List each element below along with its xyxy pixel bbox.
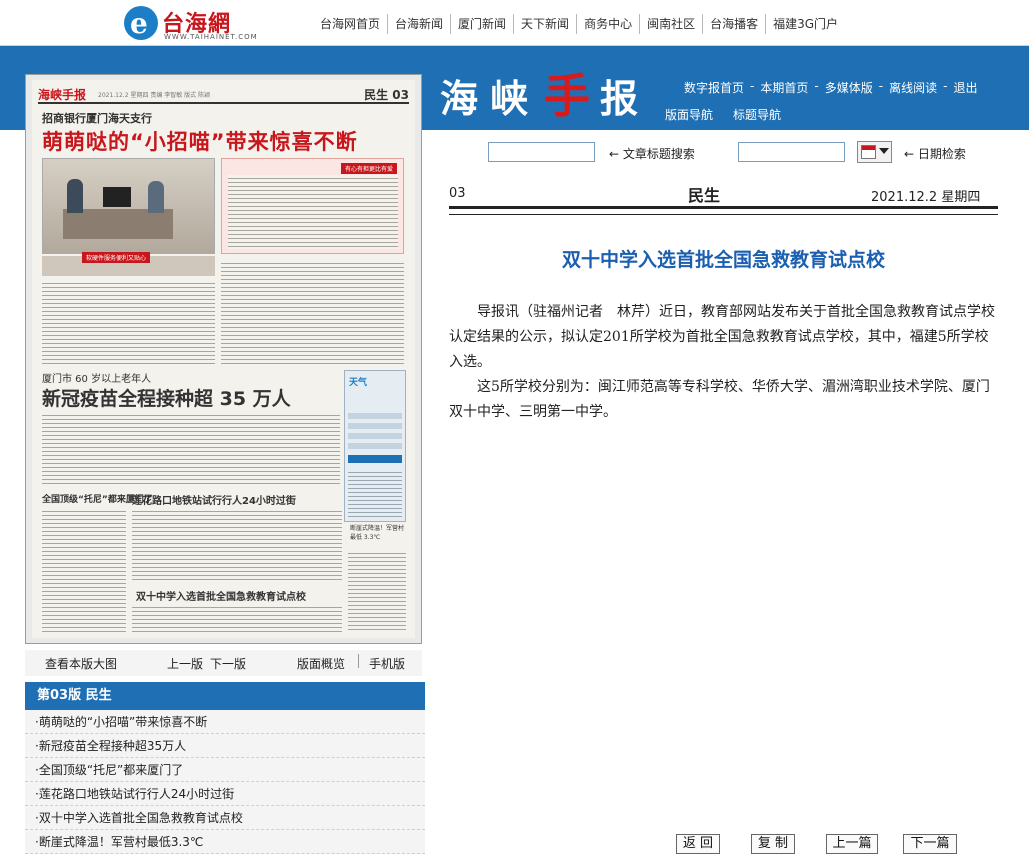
weather-title: 天气 — [349, 378, 368, 388]
thumb-text-block[interactable] — [42, 412, 340, 486]
logout-link[interactable]: 退出 — [953, 79, 977, 96]
copy-button[interactable]: 复 制 — [751, 834, 795, 854]
title-search-label[interactable]: ← 文章标题搜索 — [609, 145, 695, 162]
page-thumbnail-frame: 海峡手报 2021.12.2 星期四 责编 李智敏 版式 陈颖 民生 03 招商… — [25, 74, 422, 644]
list-item[interactable]: ·新冠疫苗全程接种超35万人 — [25, 734, 425, 758]
page-overview-link[interactable]: 版面概览 — [297, 655, 345, 672]
prev-article-button[interactable]: 上一篇 — [826, 834, 878, 854]
thumb-kicker-1[interactable]: 招商银行厦门海天支行 — [42, 110, 152, 126]
thumb-text-block[interactable] — [132, 604, 342, 632]
section-header: 第03版 民生 — [25, 682, 425, 710]
issue-meta: 03 民生 2021.12.2 星期四 — [449, 180, 998, 208]
thumb-text-block[interactable] — [42, 508, 126, 632]
page-number: 03 — [449, 186, 466, 201]
site-logo[interactable]: e 台海網 WWW.TAIHAINET.COM — [124, 6, 264, 42]
multimedia-link[interactable]: 多媒体版 — [825, 79, 873, 96]
section-name: 民生 — [688, 186, 721, 205]
section-article-list: 第03版 民生 ·萌萌哒的“小招喵”带来惊喜不断 ·新冠疫苗全程接种超35万人 … — [25, 682, 425, 854]
divider — [449, 214, 998, 215]
nav-taiwan-news[interactable]: 台海新闻 — [387, 14, 450, 34]
chevron-down-icon — [879, 148, 889, 154]
site-nav: 台海网首页 台海新闻 厦门新闻 天下新闻 商务中心 闽南社区 台海播客 福建3G… — [313, 14, 845, 34]
epaper-brand: 海 峡 手 报 — [440, 69, 639, 123]
thumb-headline-2[interactable]: 新冠疫苗全程接种超 35 万人 — [42, 384, 291, 411]
epaper-home-link[interactable]: 数字报首页 — [684, 79, 744, 96]
nav-world-news[interactable]: 天下新闻 — [513, 14, 576, 34]
thumb-headline-1[interactable]: 萌萌哒的“小招喵”带来惊喜不断 — [42, 126, 358, 156]
thumb-photo-2[interactable]: 软硬件服务便利又贴心 — [42, 252, 215, 276]
next-page-link[interactable]: 下一版 — [210, 655, 246, 672]
thumb-sub-4[interactable]: 双十中学入选首批全国急救教育试点校 — [136, 588, 306, 603]
thumb-photo-caption: 软硬件服务便利又贴心 — [82, 252, 151, 263]
view-large-link[interactable]: 查看本版大图 — [45, 655, 117, 672]
issue-home-link[interactable]: 本期首页 — [760, 79, 808, 96]
calendar-button[interactable] — [857, 141, 892, 163]
thumb-date: 2021.12.2 星期四 责编 李智敏 版式 陈颖 — [98, 92, 211, 99]
article-list: ·萌萌哒的“小招喵”带来惊喜不断 ·新冠疫苗全程接种超35万人 ·全国顶级“托尼… — [25, 710, 425, 854]
title-search-input[interactable] — [488, 142, 595, 162]
back-button[interactable]: 返 回 — [676, 834, 720, 854]
nav-business[interactable]: 商务中心 — [576, 14, 639, 34]
list-item[interactable]: ·萌萌哒的“小招喵”带来惊喜不断 — [25, 710, 425, 734]
article-paragraph: 导报讯（驻福州记者 林芹）近日，教育部网站发布关于首批全国急救教育试点学校认定结… — [449, 304, 995, 370]
nav-fujian-3g[interactable]: 福建3G门户 — [765, 14, 845, 34]
article-paragraph: 这5所学校分别为：闽江师范高等专科学校、华侨大学、湄洲湾职业技术学院、厦门双十中… — [449, 379, 990, 420]
issue-date: 2021.12.2 星期四 — [871, 190, 981, 205]
next-article-button[interactable]: 下一篇 — [903, 834, 957, 854]
nav-podcast[interactable]: 台海播客 — [702, 14, 765, 34]
nav-xiamen-news[interactable]: 厦门新闻 — [450, 14, 513, 34]
logo-url: WWW.TAIHAINET.COM — [164, 33, 258, 41]
list-item[interactable]: ·全国顶级“托尼”都来厦门了 — [25, 758, 425, 782]
thumb-photo[interactable] — [42, 158, 215, 254]
divider — [449, 206, 998, 209]
calendar-icon — [861, 145, 876, 159]
page-nav-link[interactable]: 版面导航 — [665, 106, 713, 123]
logo-mark: e — [124, 6, 158, 40]
page-thumbnail[interactable]: 海峡手报 2021.12.2 星期四 责编 李智敏 版式 陈颖 民生 03 招商… — [32, 80, 415, 638]
thumb-kicker-2[interactable]: 厦门市 60 岁以上老年人 — [42, 370, 151, 385]
thumb-red-box[interactable]: 有心有担更比有爱 — [221, 158, 404, 254]
article-actions: 返 回 复 制 上一篇 下一篇 — [0, 834, 1029, 854]
mobile-link[interactable]: 手机版 — [369, 655, 405, 672]
thumb-sub-2[interactable]: 莲花路口地铁站试行行人24小时过街 — [132, 492, 296, 507]
title-nav-link[interactable]: 标题导航 — [733, 106, 781, 123]
article-title: 双十中学入选首批全国急救教育试点校 — [561, 249, 885, 271]
thumb-header: 海峡手报 2021.12.2 星期四 责编 李智敏 版式 陈颖 民生 03 — [38, 86, 409, 104]
thumb-text-block[interactable] — [132, 508, 342, 582]
thumb-weather-box[interactable]: 天气 — [344, 370, 406, 522]
pager-divider — [358, 654, 359, 668]
list-item[interactable]: ·莲花路口地铁站试行行人24小时过街 — [25, 782, 425, 806]
thumb-text-block[interactable] — [42, 280, 215, 364]
date-search-label[interactable]: ← 日期检索 — [904, 145, 966, 162]
list-item[interactable]: ·双十中学入选首批全国急救教育试点校 — [25, 806, 425, 830]
site-header: e 台海網 WWW.TAIHAINET.COM 台海网首页 台海新闻 厦门新闻 … — [0, 0, 1029, 46]
nav-home[interactable]: 台海网首页 — [313, 14, 387, 34]
article-body: 导报讯（驻福州记者 林芹）近日，教育部网站发布关于首批全国急救教育试点学校认定结… — [449, 300, 998, 425]
offline-reading-link[interactable]: 离线阅读 — [889, 79, 937, 96]
page-pager: 查看本版大图 上一版 下一版 版面概览 手机版 — [25, 650, 422, 676]
thumb-text-block[interactable] — [348, 550, 406, 632]
thumb-box-tag: 有心有担更比有爱 — [340, 163, 397, 174]
epaper-nav-2: 版面导航 标题导航 — [665, 106, 801, 123]
date-search-input[interactable] — [738, 142, 845, 162]
prev-page-link[interactable]: 上一版 — [167, 655, 203, 672]
thumb-section: 民生 03 — [364, 88, 409, 102]
thumb-text-block[interactable] — [221, 260, 404, 364]
thumb-masthead: 海峡手报 — [38, 88, 87, 102]
epaper-nav: 数字报首页 - 本期首页 - 多媒体版 - 离线阅读 - 退出 — [684, 79, 978, 96]
nav-community[interactable]: 闽南社区 — [639, 14, 702, 34]
thumb-sub-3[interactable]: 断崖式降温！军营村最低 3.3℃ — [350, 524, 406, 542]
